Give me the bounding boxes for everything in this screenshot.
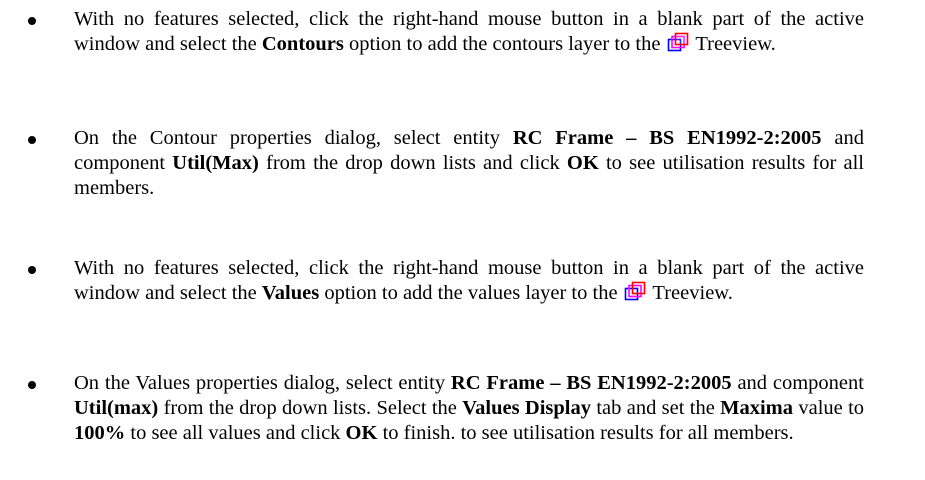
document-page: With no features selected, click the rig… (0, 0, 925, 480)
values-option-label: Values (261, 282, 320, 304)
item-text: value to (793, 397, 865, 419)
item-text: On the Contour properties dialog, select… (74, 127, 513, 149)
item-text: tab and set the (591, 397, 721, 419)
item-text: option to add the contours layer to the (343, 33, 666, 55)
item-text: to see all values and click (125, 422, 346, 444)
item-text: Treeview. (690, 33, 776, 55)
ok-label: OK (566, 152, 599, 174)
bullet-dot (28, 266, 36, 274)
component-label: Util(Max) (172, 152, 259, 174)
contours-option-label: Contours (261, 33, 344, 55)
values-display-tab-label: Values Display (462, 397, 592, 419)
bullet-dot (28, 136, 36, 144)
list-item: On the Values properties dialog, select … (28, 371, 865, 446)
component-label: Util(max) (74, 397, 159, 419)
layers-icon (667, 32, 689, 52)
bullet-dot (28, 17, 36, 25)
item-text: from the drop down lists and click (258, 152, 567, 174)
list-item: On the Contour properties dialog, select… (28, 126, 864, 201)
bullet-dot (28, 381, 36, 389)
entity-label: RC Frame – BS EN1992-2:2005 (450, 372, 732, 394)
percent-value-label: 100% (74, 422, 126, 444)
ok-label: OK (345, 422, 378, 444)
item-text: from the drop down lists. Select the (158, 397, 463, 419)
item-text: to finish. to see utilisation results fo… (377, 422, 794, 444)
list-item: With no features selected, click the rig… (28, 256, 864, 306)
list-item: With no features selected, click the rig… (28, 7, 864, 57)
item-text: and component (731, 372, 864, 394)
item-text: option to add the values layer to the (319, 282, 623, 304)
item-text: On the Values properties dialog, select … (74, 372, 451, 394)
maxima-label: Maxima (720, 397, 794, 419)
layers-icon (624, 281, 646, 301)
item-text: Treeview. (647, 282, 733, 304)
entity-label: RC Frame – BS EN1992-2:2005 (512, 127, 822, 149)
